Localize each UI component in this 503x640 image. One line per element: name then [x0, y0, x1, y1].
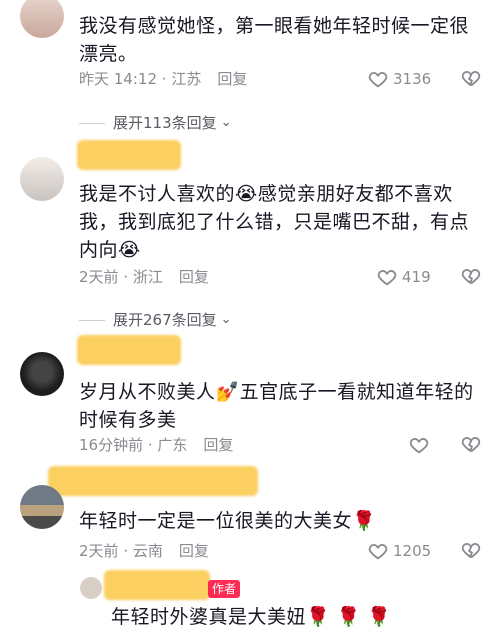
comment-time: 16分钟前 — [79, 436, 144, 454]
like-count: 1205 — [393, 542, 432, 560]
avatar[interactable] — [80, 577, 102, 599]
expand-divider — [79, 319, 105, 321]
redacted-username — [77, 140, 181, 170]
avatar[interactable] — [20, 157, 64, 201]
comment-meta: 昨天 14:12 · 江苏 回复 — [79, 70, 248, 88]
reply-button[interactable]: 回复 — [179, 268, 209, 286]
comment-location: 浙江 — [132, 268, 163, 286]
comment-time: 昨天 14:12 — [79, 70, 157, 88]
comment-text: 我没有感觉她怪，第一眼看她年轻时候一定很漂亮。 — [79, 15, 470, 65]
broken-heart-icon — [461, 269, 481, 285]
expand-divider — [79, 122, 105, 124]
reply-button[interactable]: 回复 — [203, 436, 233, 454]
expand-replies-button[interactable]: 展开267条回复 ⌄ — [79, 309, 232, 331]
reply-button[interactable]: 回复 — [179, 542, 209, 560]
broken-heart-icon — [461, 71, 481, 87]
reply-button[interactable]: 回复 — [217, 70, 247, 88]
comment-text: 岁月从不败美人💅五官底子一看就知道年轻的时候有多美 — [79, 381, 474, 431]
comment-text: 我是不讨人喜欢的😭感觉亲朋好友都不喜欢我，我到底犯了什么错，只是嘴巴不甜，有点内… — [79, 183, 470, 261]
chevron-down-icon: ⌄ — [220, 115, 232, 130]
comment-time: 2天前 — [79, 542, 119, 560]
like-count: 419 — [402, 268, 431, 286]
like-button[interactable] — [408, 433, 430, 457]
heart-outline-icon — [368, 72, 388, 88]
comment-meta: 2天前 · 云南 回复 — [79, 542, 209, 560]
chevron-down-icon: ⌄ — [220, 312, 232, 327]
like-button[interactable]: 419 — [376, 265, 431, 289]
comment-location: 云南 — [132, 542, 163, 560]
like-button[interactable]: 3136 — [367, 67, 431, 91]
author-tag: 作者 — [208, 580, 241, 598]
like-count: 3136 — [393, 70, 432, 88]
comment-text: 年轻时一定是一位很美的大美女🌹 — [79, 510, 377, 532]
comment-time: 2天前 — [79, 268, 119, 286]
heart-outline-icon — [409, 438, 429, 454]
comment-meta: 16分钟前 · 广东 回复 — [79, 436, 234, 454]
expand-label: 展开113条回复 — [113, 114, 217, 132]
dislike-button[interactable] — [460, 67, 484, 91]
dislike-button[interactable] — [460, 433, 484, 457]
comment-meta: 2天前 · 浙江 回复 — [79, 268, 209, 286]
comment-location: 广东 — [157, 436, 188, 454]
avatar[interactable] — [20, 352, 64, 396]
expand-replies-button[interactable]: 展开113条回复 ⌄ — [79, 112, 232, 134]
heart-outline-icon — [377, 270, 397, 286]
broken-heart-icon — [461, 543, 481, 559]
heart-outline-icon — [368, 544, 388, 560]
avatar[interactable] — [20, 485, 64, 529]
comment-location: 江苏 — [171, 70, 202, 88]
dislike-button[interactable] — [460, 265, 484, 289]
redacted-username — [77, 335, 181, 365]
redacted-username — [104, 570, 210, 600]
dislike-button[interactable] — [460, 539, 484, 563]
like-button[interactable]: 1205 — [367, 539, 431, 563]
avatar[interactable] — [20, 0, 64, 38]
redacted-username — [48, 466, 258, 496]
expand-label: 展开267条回复 — [113, 311, 217, 329]
reply-text: 年轻时外婆真是大美妞🌹 🌹 🌹 — [111, 606, 392, 628]
broken-heart-icon — [461, 437, 481, 453]
